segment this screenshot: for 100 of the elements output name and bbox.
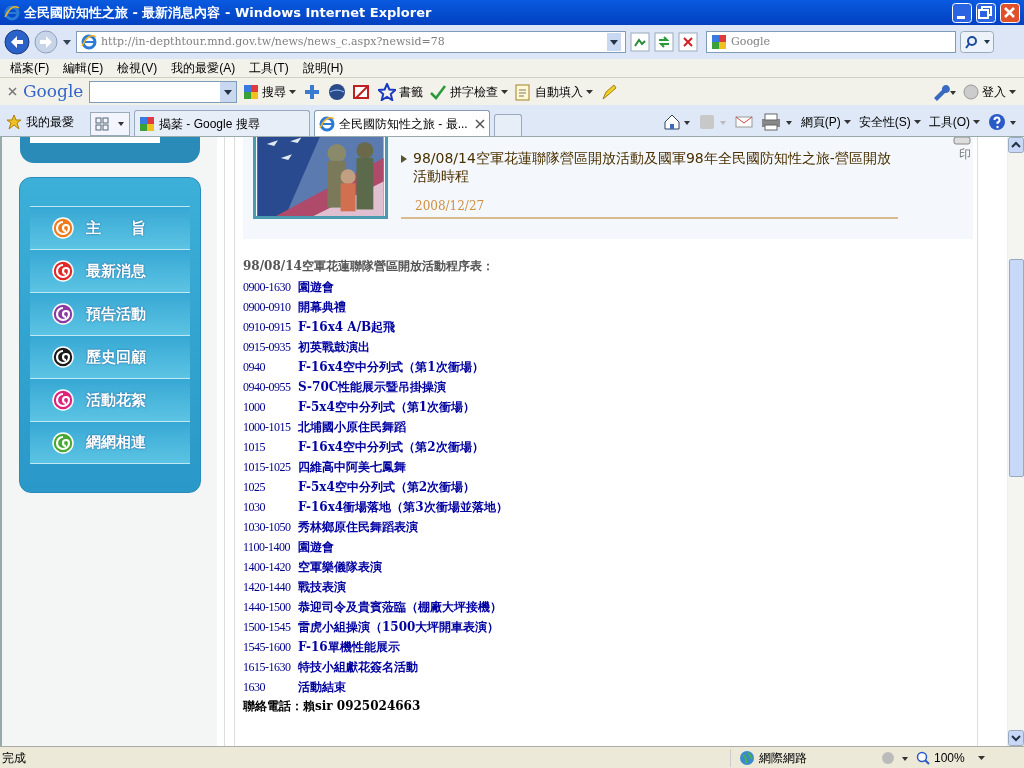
schedule-time: 1630 [243, 679, 266, 696]
article-title[interactable]: 98/08/14空軍花蓮聯隊營區開放活動及國軍98年全民國防知性之旅-營區開放活動時程 [413, 149, 901, 185]
schedule-event: 園遊會 [298, 279, 334, 296]
menu-item[interactable]: 說明(H) [302, 59, 344, 77]
help-icon[interactable] [988, 113, 1018, 131]
caret-icon [977, 754, 985, 761]
menu-item[interactable]: 我的最愛(A) [171, 59, 236, 77]
mail-icon[interactable] [734, 115, 753, 129]
schedule-event: 初英戰鼓演出 [298, 339, 370, 356]
refresh-icon[interactable] [654, 32, 674, 52]
schedule-heading: 98/08/14空軍花蓮聯隊營區開放活動程序表： [243, 258, 495, 275]
close-icon[interactable] [475, 118, 485, 129]
maximize-button[interactable] [976, 2, 996, 23]
schedule-event: F-5x4空中分列式（第2次衝場） [298, 479, 476, 496]
dropdown-icon[interactable] [220, 81, 237, 102]
dropdown-icon[interactable] [607, 33, 621, 51]
schedule-event: F-5x4空中分列式（第1次衝場） [298, 399, 476, 416]
zoom-icon [916, 750, 930, 765]
schedule-time: 1030-1050 [243, 519, 292, 536]
schedule-time: 1615-1630 [243, 659, 292, 676]
zoom-button[interactable]: 100% [916, 748, 985, 767]
schedule-time: 0910-0915 [243, 319, 292, 336]
menu-item[interactable]: 檢視(V) [117, 59, 158, 77]
schedule-event: F-16單機性能展示 [298, 639, 400, 656]
menu-item[interactable]: 工具(T) [249, 59, 289, 77]
minimize-button[interactable] [952, 2, 972, 23]
home-icon[interactable] [662, 114, 691, 130]
contact-info: 聯絡電話：賴sir 0925024663 [243, 698, 422, 715]
dropdown-icon[interactable] [62, 37, 72, 47]
caret-icon [501, 88, 509, 95]
schedule-time: 1100-1400 [243, 539, 292, 556]
schedule-event: F-16x4空中分列式（第2次衝場） [298, 439, 484, 456]
schedule-event: F-16x4 A/B起飛 [298, 319, 396, 336]
star-icon [378, 82, 397, 101]
scrollbar[interactable] [1007, 137, 1024, 746]
tab-grid-icon[interactable] [90, 112, 130, 136]
autofill-button[interactable]: 自動填入 [514, 82, 594, 101]
schedule-event: 戰技表演 [298, 579, 346, 596]
google-icon [139, 115, 155, 132]
close-icon[interactable] [8, 87, 17, 96]
schedule-time: 1025 [243, 479, 266, 496]
schedule-time: 0940-0955 [243, 379, 292, 396]
zone-label: 網際網路 [759, 749, 807, 767]
tab[interactable]: 全民國防知性之旅 - 最... [314, 110, 490, 136]
back-button[interactable] [4, 29, 30, 55]
schedule-time: 1030 [243, 499, 266, 516]
bookmarks-button[interactable]: 書籤 [378, 82, 424, 101]
browser-icon [4, 4, 20, 21]
schedule-event: 北埔國小原住民舞蹈 [298, 419, 406, 436]
command-button[interactable]: 網頁(P) [800, 113, 851, 131]
favorites-button[interactable]: 我的最愛 [6, 108, 86, 136]
address-field[interactable]: http://in-depthtour.mnd.gov.tw/news/news_c.aspx?newsid=78 [76, 31, 626, 53]
scroll-thumb[interactable] [1008, 259, 1024, 477]
page-icon [81, 34, 97, 50]
menu-item[interactable]: 檔案(F) [10, 59, 50, 77]
schedule-time: 1440-1500 [243, 599, 292, 616]
search-icon[interactable] [960, 31, 994, 53]
schedule-time: 1015 [243, 439, 266, 456]
status-text: 完成 [1, 749, 27, 767]
spellcheck-button[interactable]: 拼字檢查 [429, 82, 509, 101]
command-button[interactable]: 工具(O) [928, 113, 980, 131]
search-button[interactable]: 搜尋 [243, 82, 297, 101]
schedule-event: 秀林鄉原住民舞蹈表演 [298, 519, 418, 536]
caret-icon [843, 119, 851, 125]
globe-icon[interactable] [328, 82, 347, 101]
highlighter-icon[interactable] [599, 82, 618, 101]
stop-icon[interactable] [678, 32, 698, 52]
schedule-time: 1000 [243, 399, 266, 416]
schedule-event: 雷虎小組操演（1500大坪開車表演） [298, 619, 500, 636]
schedule-time: 0940 [243, 359, 266, 376]
schedule-event: 空軍樂儀隊表演 [298, 559, 382, 576]
print-label[interactable]: 印 [959, 145, 971, 163]
caret-icon [289, 88, 297, 95]
scroll-up-icon[interactable] [1008, 137, 1024, 153]
keyword-field[interactable] [29, 137, 160, 143]
address-text: http://in-depthtour.mnd.gov.tw/news/news_c.aspx?newsid=78 [101, 33, 446, 50]
search-field[interactable] [89, 80, 238, 103]
schedule-event: 四維高中阿美七鳳舞 [298, 459, 406, 476]
page-icon [319, 115, 335, 132]
menu-item[interactable]: 編輯(E) [63, 59, 104, 77]
bullet-icon [401, 155, 407, 163]
scroll-down-icon[interactable] [1008, 730, 1024, 746]
globe-icon [739, 749, 755, 766]
search-field[interactable]: Google [706, 31, 956, 53]
window-title: 全民國防知性之旅 - 最新消息內容 - Windows Internet Explorer [24, 3, 433, 22]
close-button[interactable] [1000, 2, 1020, 23]
schedule-event: 活動結束 [298, 679, 346, 696]
search-input[interactable]: Google [731, 33, 951, 51]
tab[interactable]: 揭棻 - Google 搜尋 [134, 110, 310, 136]
schedule-event: 園遊會 [298, 539, 334, 556]
google-icon [243, 83, 260, 100]
schedule-time: 1420-1440 [243, 579, 292, 596]
schedule-event: 恭迎司令及貴賓蒞臨（棚廠大坪接機） [298, 599, 502, 616]
caret-icon [586, 88, 594, 95]
caret-icon [973, 119, 980, 125]
command-button[interactable]: 安全性(S) [858, 113, 921, 131]
article-date: 2008/12/27 [415, 198, 485, 215]
login-button[interactable]: 登入 [963, 82, 1016, 101]
schedule-time: 0900-0910 [243, 299, 292, 316]
protected-mode-icon[interactable] [880, 749, 910, 766]
